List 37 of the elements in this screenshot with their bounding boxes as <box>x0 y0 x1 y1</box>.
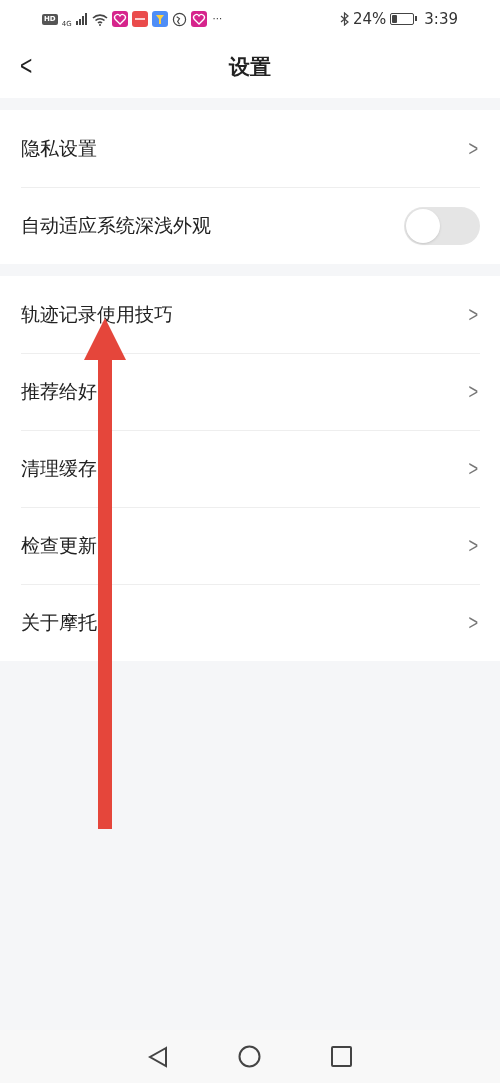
row-label: 关于摩托 <box>21 610 97 636</box>
settings-row[interactable]: 关于摩托 > <box>0 584 500 661</box>
settings-row[interactable]: 检查更新 > <box>0 507 500 584</box>
settings-row[interactable]: 自动适应系统深浅外观 <box>0 187 500 264</box>
signal-icon <box>75 13 88 25</box>
row-label: 推荐给好 <box>21 379 97 405</box>
row-label: 隐私设置 <box>21 136 97 162</box>
chevron: > <box>468 135 479 163</box>
app-icon <box>131 11 148 27</box>
toggle-switch[interactable] <box>404 206 480 245</box>
home-nav-icon[interactable] <box>238 1045 261 1068</box>
settings-row[interactable]: 隐私设置 > <box>0 110 500 187</box>
chevron: > <box>468 609 479 637</box>
battery-percent: 24% <box>352 11 387 27</box>
chevron: > <box>468 532 479 560</box>
app-icon <box>151 11 168 27</box>
clock: 3:39 <box>424 11 458 27</box>
settings-row[interactable]: 轨迹记录使用技巧 > <box>0 276 500 353</box>
settings-row[interactable]: 清理缓存 > <box>0 430 500 507</box>
row-label: 清理缓存 <box>21 456 97 482</box>
row-label: 自动适应系统深浅外观 <box>21 213 211 239</box>
battery-icon <box>390 13 415 25</box>
wifi-icon <box>91 12 108 26</box>
chevron: > <box>468 455 479 483</box>
back-nav-icon[interactable] <box>148 1045 168 1068</box>
more-indicator: ··· <box>212 14 223 24</box>
recents-nav-icon[interactable] <box>331 1046 352 1067</box>
bluetooth-icon <box>339 12 349 26</box>
heart-app-icon <box>111 11 128 27</box>
chevron: > <box>468 378 479 406</box>
row-label: 检查更新 <box>21 533 97 559</box>
settings-row[interactable]: 推荐给好 > <box>0 353 500 430</box>
heart-app-icon <box>190 11 207 27</box>
chevron: > <box>468 301 479 329</box>
page-title: 设置 <box>229 54 271 82</box>
back-button[interactable]: < <box>20 52 33 80</box>
row-label: 轨迹记录使用技巧 <box>21 302 173 328</box>
